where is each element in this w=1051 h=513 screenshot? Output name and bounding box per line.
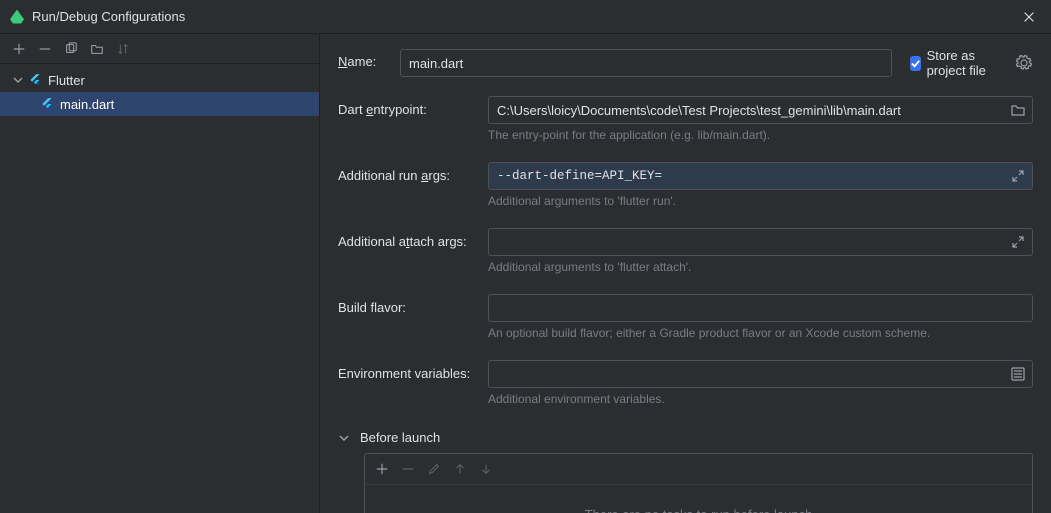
tree-node-flutter[interactable]: Flutter [0,68,319,92]
tree-node-label: main.dart [60,97,114,112]
before-launch-header[interactable]: Before launch [338,430,1033,445]
entrypoint-input[interactable]: C:\Users\loicy\Documents\code\Test Proje… [488,96,1033,124]
before-launch-empty: There are no tasks to run before launch [365,485,1032,513]
flutter-icon [40,97,54,111]
arrow-up-icon [453,462,467,476]
save-template-button[interactable] [86,38,108,60]
sidebar: Flutter main.dart [0,34,320,513]
env-label: Environment variables: [338,360,488,381]
name-input[interactable] [400,49,892,77]
add-config-button[interactable] [8,38,30,60]
entrypoint-hint: The entry-point for the application (e.g… [488,128,1033,142]
store-options-button[interactable] [1015,54,1033,72]
close-button[interactable] [1017,5,1041,29]
flavor-label: Build flavor: [338,294,488,315]
store-as-project-file-checkbox[interactable] [910,56,921,71]
attachargs-hint: Additional arguments to 'flutter attach'… [488,260,1033,274]
tree-node-label: Flutter [48,73,85,88]
minus-icon [401,462,415,476]
copy-icon [64,42,78,56]
name-label: Name: [338,48,400,69]
copy-config-button[interactable] [60,38,82,60]
expand-icon [1010,234,1026,250]
pencil-icon [427,462,441,476]
before-launch-toolbar [365,454,1032,485]
expand-button[interactable] [1010,168,1026,184]
minus-icon [38,42,52,56]
entrypoint-label: Dart entrypoint: [338,96,488,117]
flavor-hint: An optional build flavor; either a Gradl… [488,326,1033,340]
attachargs-input[interactable] [488,228,1033,256]
folder-icon [1010,102,1026,118]
config-tree: Flutter main.dart [0,64,319,120]
chevron-down-icon [12,74,24,86]
runargs-label: Additional run args: [338,162,488,183]
titlebar: Run/Debug Configurations [0,0,1051,34]
env-hint: Additional environment variables. [488,392,1033,406]
env-input[interactable] [488,360,1033,388]
folder-icon [90,42,104,56]
edit-task-button [423,458,445,480]
android-icon [10,10,24,24]
gear-icon [1015,54,1033,72]
flutter-icon [28,73,42,87]
list-icon [1010,366,1026,382]
browse-button[interactable] [1010,102,1026,118]
config-form: Name: Store as project file Dart entrypo… [320,34,1051,513]
arrow-down-icon [479,462,493,476]
flavor-input[interactable] [488,294,1033,322]
expand-icon [1010,168,1026,184]
runargs-hint: Additional arguments to 'flutter run'. [488,194,1033,208]
plus-icon [375,462,389,476]
list-edit-button[interactable] [1010,366,1026,382]
expand-button[interactable] [1010,234,1026,250]
plus-icon [12,42,26,56]
sort-button [112,38,134,60]
before-launch-panel: There are no tasks to run before launch [364,453,1033,513]
attachargs-label: Additional attach args: [338,228,488,249]
check-icon [910,58,921,69]
remove-task-button [397,458,419,480]
sort-icon [116,42,130,56]
close-icon [1022,10,1036,24]
add-task-button[interactable] [371,458,393,480]
runargs-input[interactable]: --dart-define=API_KEY= [488,162,1033,190]
tree-node-maindart[interactable]: main.dart [0,92,319,116]
move-up-button [449,458,471,480]
window-title: Run/Debug Configurations [32,9,1017,24]
sidebar-toolbar [0,34,319,64]
move-down-button [475,458,497,480]
chevron-down-icon [338,432,350,444]
store-as-project-file-label: Store as project file [927,48,1005,78]
remove-config-button[interactable] [34,38,56,60]
